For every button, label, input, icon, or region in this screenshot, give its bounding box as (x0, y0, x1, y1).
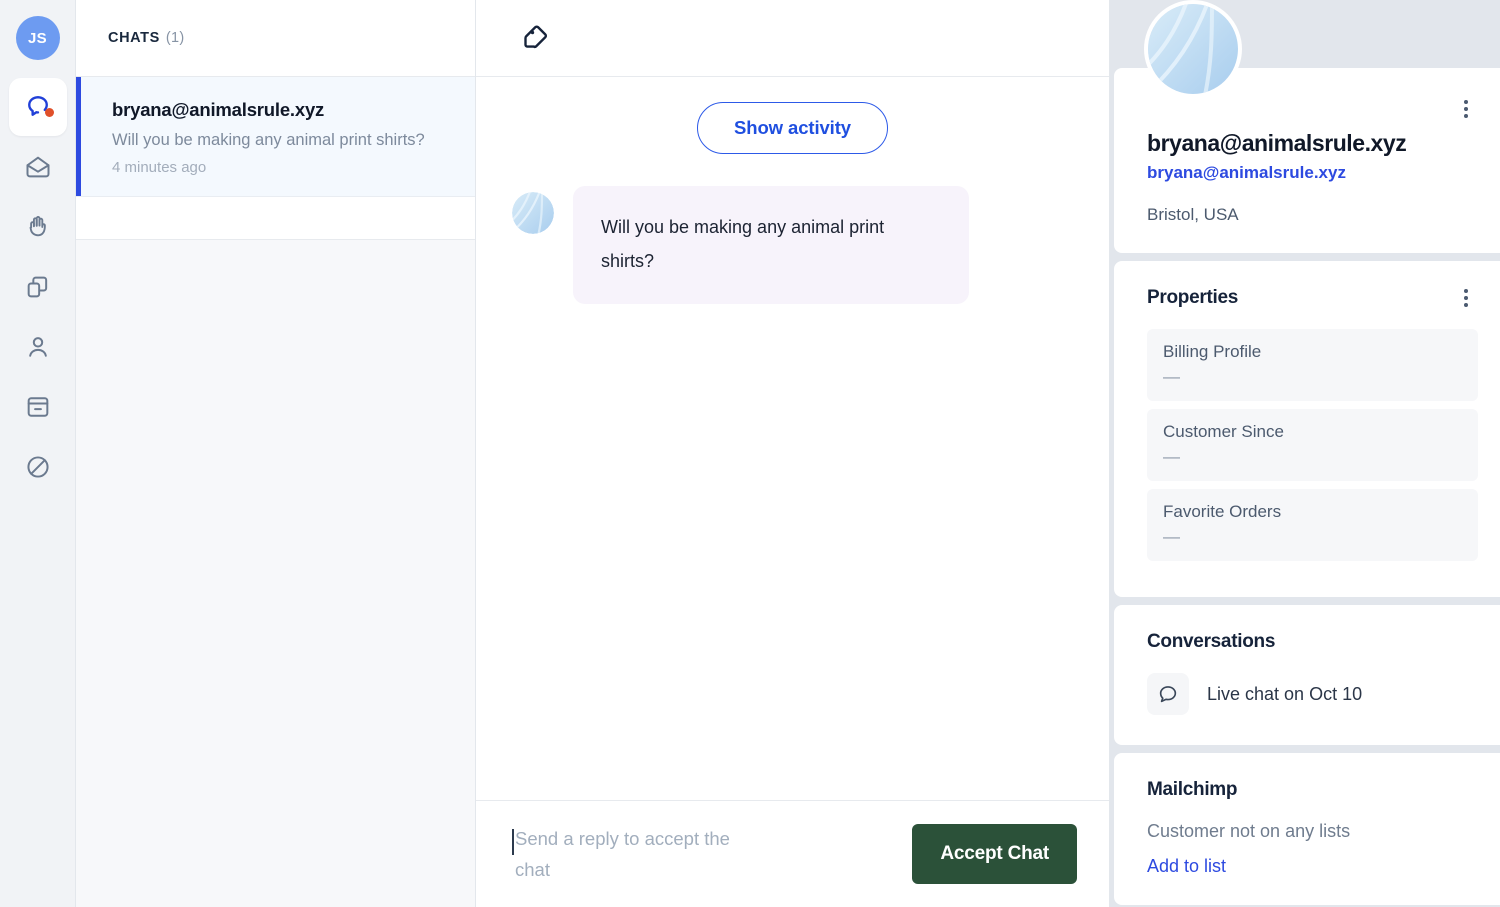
rail-item-greetings[interactable] (9, 198, 67, 256)
rail-item-inbox[interactable] (9, 138, 67, 196)
message-avatar (512, 192, 554, 234)
conversation-history-item[interactable]: Live chat on Oct 10 (1147, 673, 1478, 715)
conversation-column: Show activity Will you be making any ani… (476, 0, 1110, 907)
tag-icon[interactable] (521, 21, 551, 56)
property-value: — (1163, 527, 1180, 546)
profile-more-menu-icon[interactable] (1456, 98, 1476, 120)
user-avatar-initials: JS (28, 29, 47, 47)
open-envelope-icon (24, 153, 52, 181)
unread-badge-dot (44, 108, 54, 117)
message-bubble: Will you be making any animal print shir… (573, 186, 969, 305)
activity-row: Show activity (512, 77, 1073, 186)
ban-circle-icon (24, 453, 52, 481)
chat-list-item[interactable]: bryana@animalsrule.xyz Will you be makin… (76, 77, 475, 197)
customer-location: Bristol, USA (1147, 205, 1239, 224)
mailchimp-note: Customer not on any lists (1147, 821, 1351, 841)
conversation-body: Show activity Will you be making any ani… (476, 77, 1109, 800)
copy-pages-icon (24, 273, 52, 301)
rail-item-chats[interactable] (8, 78, 67, 136)
chat-list-title: CHATS (108, 30, 160, 46)
message-row: Will you be making any animal print shir… (512, 186, 1073, 305)
properties-more-menu-icon[interactable] (1456, 287, 1476, 309)
text-caret (512, 828, 514, 855)
customer-profile-card: bryana@animalsrule.xyz bryana@animalsrul… (1114, 0, 1500, 253)
accept-chat-button[interactable]: Accept Chat (912, 824, 1077, 884)
conversation-footer: Send a reply to accept the chat Accept C… (476, 800, 1109, 907)
property-value: — (1163, 447, 1180, 466)
mailchimp-title: Mailchimp (1147, 779, 1238, 800)
show-activity-button[interactable]: Show activity (697, 102, 888, 154)
app-root: JS CHATS (1) bryana@animalsrule.xyz Will… (0, 0, 1500, 907)
waving-hand-icon (24, 213, 52, 241)
property-value: — (1163, 367, 1180, 386)
properties-title: Properties (1147, 287, 1238, 308)
reply-input-placeholder: Send a reply to accept the chat (515, 827, 730, 880)
chat-bubble-outline-icon (1147, 673, 1189, 715)
property-row-billing-profile[interactable]: Billing Profile — (1147, 329, 1478, 401)
conversations-card: Conversations Live chat on Oct 10 (1114, 605, 1500, 745)
rail-item-canned-responses[interactable] (9, 258, 67, 316)
reply-composer[interactable]: Send a reply to accept the chat (512, 823, 892, 886)
person-icon (24, 333, 52, 361)
customer-avatar (1144, 0, 1242, 98)
chat-list-empty-tail (76, 196, 475, 239)
property-label: Favorite Orders (1163, 502, 1282, 521)
property-row-customer-since[interactable]: Customer Since — (1147, 409, 1478, 481)
property-row-favorite-orders[interactable]: Favorite Orders — (1147, 489, 1478, 561)
conversation-history-label: Live chat on Oct 10 (1207, 683, 1363, 704)
chat-list-header: CHATS (1) (76, 0, 475, 77)
chat-list-column: CHATS (1) bryana@animalsrule.xyz Will yo… (76, 0, 476, 907)
rail-item-archives[interactable] (9, 378, 67, 436)
property-label: Customer Since (1163, 422, 1284, 441)
chat-list-card: bryana@animalsrule.xyz Will you be makin… (76, 77, 475, 240)
mailchimp-card: Mailchimp Customer not on any lists Add … (1114, 753, 1500, 905)
customer-name: bryana@animalsrule.xyz (1147, 130, 1407, 156)
archive-box-icon (24, 393, 52, 421)
chat-item-name: bryana@animalsrule.xyz (112, 99, 325, 120)
rail-item-customers[interactable] (9, 318, 67, 376)
mailchimp-add-to-list-link[interactable]: Add to list (1147, 856, 1478, 877)
property-label: Billing Profile (1163, 342, 1262, 361)
conversations-title: Conversations (1147, 631, 1276, 652)
chat-item-preview: Will you be making any animal print shir… (112, 131, 425, 149)
user-avatar[interactable]: JS (15, 16, 60, 60)
rail-item-banned[interactable] (9, 438, 67, 496)
details-panel: bryana@animalsrule.xyz bryana@animalsrul… (1110, 0, 1500, 907)
chat-list-count: (1) (165, 30, 185, 46)
conversation-header (476, 0, 1109, 77)
left-icon-rail: JS (0, 0, 76, 907)
chat-item-time: 4 minutes ago (112, 158, 207, 176)
chat-bubble-icon (23, 92, 53, 122)
customer-email-link[interactable]: bryana@animalsrule.xyz (1147, 163, 1470, 183)
properties-card: Properties Billing Profile — Customer Si… (1114, 261, 1500, 597)
